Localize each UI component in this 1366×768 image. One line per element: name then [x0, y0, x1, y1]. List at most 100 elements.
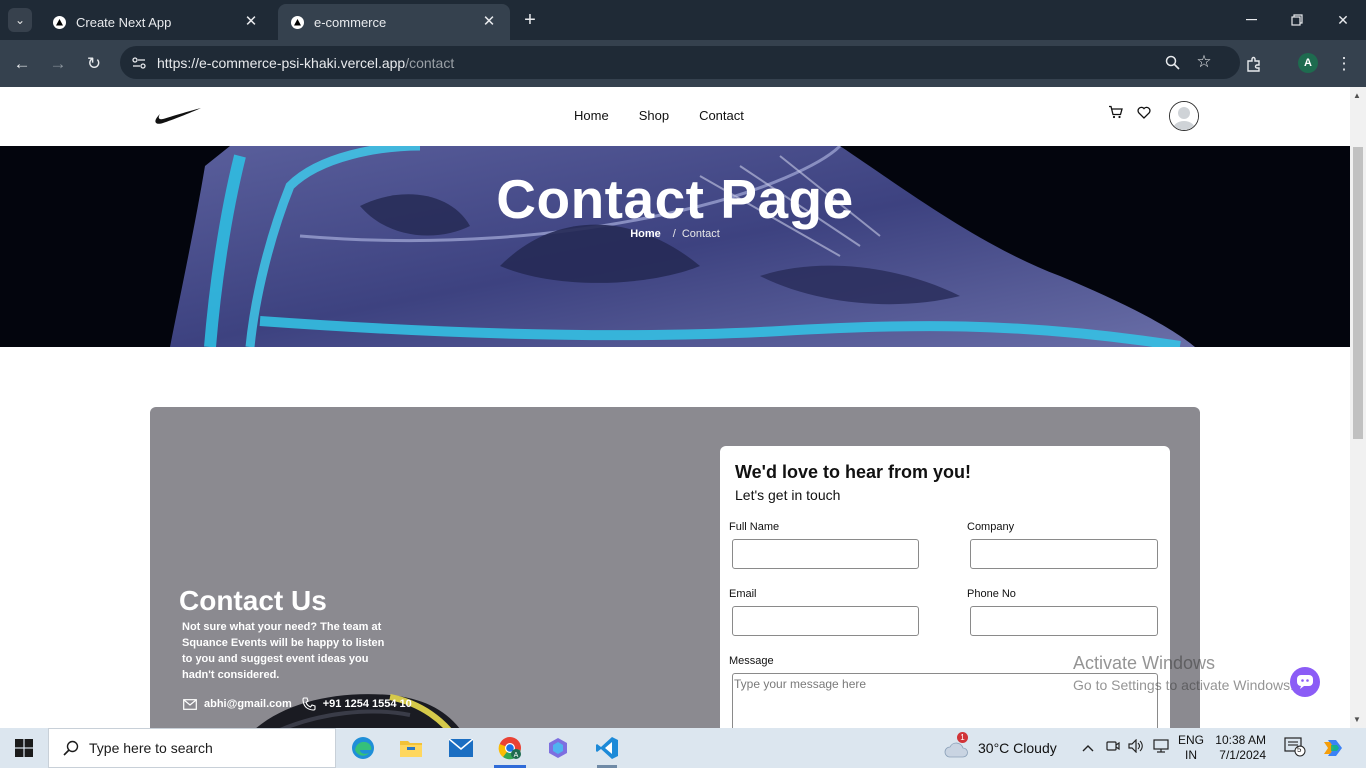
close-tab-icon[interactable]: ✕ — [242, 13, 260, 31]
restore-button[interactable] — [1274, 0, 1320, 40]
back-button[interactable]: ← — [8, 50, 36, 78]
weather-text: 30°C Cloudy — [978, 740, 1057, 756]
volume-icon[interactable] — [1128, 738, 1144, 756]
browser-menu-icon[interactable]: ⋮ — [1330, 50, 1358, 78]
windows-start-icon[interactable] — [0, 728, 48, 768]
company-label: Company — [967, 521, 1015, 533]
close-window-button[interactable]: ✕ — [1320, 0, 1366, 40]
browser-toolbar: ← → ↻ https://e-commerce-psi-khaki.verce… — [0, 40, 1366, 87]
nike-logo-icon[interactable] — [154, 107, 202, 130]
email-input[interactable] — [732, 606, 919, 636]
edge-app-icon[interactable] — [339, 728, 387, 768]
forward-button[interactable]: → — [44, 50, 72, 78]
hero-banner: Contact Page Home / Contact — [0, 146, 1350, 347]
full-name-label: Full Name — [729, 521, 780, 533]
profile-avatar[interactable]: A — [1298, 53, 1318, 73]
vscode-app-icon[interactable] — [583, 728, 631, 768]
copilot-tray-icon[interactable] — [1322, 738, 1344, 761]
weather-widget[interactable]: 1 30°C Cloudy — [944, 728, 1057, 768]
wishlist-heart-icon[interactable] — [1137, 106, 1151, 124]
breadcrumb-current: Contact — [681, 228, 720, 240]
close-tab-icon[interactable]: ✕ — [480, 13, 498, 31]
bookmark-star-icon[interactable]: ☆ — [1190, 48, 1218, 76]
contact-section: Contact Us Not sure what your need? The … — [150, 407, 1200, 728]
hero-title: Contact Page — [496, 168, 854, 230]
network-icon[interactable] — [1153, 739, 1169, 756]
browser-tab-bar: ⌄ Create Next App ✕ e-commerce ✕ + ✕ — [0, 0, 1366, 40]
zoom-icon[interactable] — [1158, 48, 1186, 76]
reload-button[interactable]: ↻ — [80, 50, 108, 78]
tab-title: e-commerce — [314, 14, 387, 30]
windows-taskbar: Type here to search A 1 30°C Cloudy ENG — [0, 728, 1366, 768]
url-text[interactable]: https://e-commerce-psi-khaki.vercel.app/… — [157, 55, 454, 71]
nav-actions — [1108, 105, 1151, 124]
main-nav: Home Shop Contact — [574, 108, 744, 123]
vercel-favicon-icon — [290, 15, 304, 29]
email-text: abhi@gmail.com — [204, 698, 292, 710]
phone-label: Phone No — [967, 588, 1016, 600]
system-clock[interactable]: 10:38 AM 7/1/2024 — [1212, 733, 1266, 763]
email-label: Email — [729, 588, 757, 600]
phone-text: +91 1254 1554 10 — [322, 698, 412, 710]
taskbar-search-box[interactable]: Type here to search — [48, 728, 336, 768]
phone-icon — [302, 697, 316, 711]
chat-assistant-icon[interactable] — [1290, 667, 1320, 697]
phone-contact[interactable]: +91 1254 1554 10 — [302, 697, 412, 711]
tab-search-button[interactable]: ⌄ — [8, 8, 32, 32]
breadcrumb: Home / Contact — [0, 228, 1350, 240]
tab-create-next-app[interactable]: Create Next App ✕ — [40, 4, 272, 40]
contact-description: Not sure what your need? The team at Squ… — [182, 621, 385, 681]
nav-shop-link[interactable]: Shop — [639, 108, 669, 123]
mail-icon — [183, 698, 197, 710]
page-scrollbar[interactable]: ▲ ▼ — [1350, 87, 1366, 728]
site-navbar: Home Shop Contact — [0, 87, 1350, 146]
region-code: IN — [1185, 748, 1197, 762]
new-tab-button[interactable]: + — [518, 9, 542, 33]
contact-us-heading: Contact Us — [179, 585, 327, 616]
email-contact[interactable]: abhi@gmail.com — [183, 698, 292, 710]
scrollbar-thumb[interactable] — [1353, 147, 1363, 439]
file-explorer-app-icon[interactable] — [387, 728, 435, 768]
activate-windows-watermark: Activate Windows Go to Settings to activ… — [1073, 653, 1294, 693]
copilot-app-icon[interactable] — [534, 728, 582, 768]
minimize-button[interactable] — [1228, 0, 1274, 40]
weather-badge: 1 — [957, 732, 968, 743]
address-bar[interactable]: https://e-commerce-psi-khaki.vercel.app/… — [120, 46, 1240, 79]
tab-e-commerce[interactable]: e-commerce ✕ — [278, 4, 510, 40]
cloud-icon: 1 — [944, 732, 968, 758]
full-name-input[interactable] — [732, 539, 919, 569]
notification-count: 5 — [1297, 745, 1302, 754]
message-label: Message — [729, 655, 774, 667]
page-viewport: Home Shop Contact Contact Page Home / Co… — [0, 87, 1350, 728]
tab-title: Create Next App — [76, 14, 172, 30]
scroll-up-arrow-icon[interactable]: ▲ — [1353, 91, 1361, 100]
vercel-favicon-icon — [52, 15, 66, 29]
input-language-indicator[interactable]: ENG IN — [1178, 733, 1204, 763]
clock-time: 10:38 AM — [1215, 733, 1266, 747]
url-host: https://e-commerce-psi-khaki.vercel.app — [157, 55, 406, 71]
cart-icon[interactable] — [1108, 105, 1123, 124]
extensions-icon[interactable] — [1240, 50, 1268, 78]
site-settings-icon[interactable] — [128, 52, 150, 74]
scroll-down-arrow-icon[interactable]: ▼ — [1353, 715, 1361, 724]
nav-home-link[interactable]: Home — [574, 108, 609, 123]
search-icon — [63, 740, 79, 756]
contact-details: abhi@gmail.com +91 1254 1554 10 — [183, 697, 412, 711]
phone-input[interactable] — [970, 606, 1158, 636]
breadcrumb-separator: / — [672, 228, 676, 240]
notifications-icon[interactable]: 5 — [1284, 737, 1306, 760]
mail-app-icon[interactable] — [437, 728, 485, 768]
form-heading: We'd love to hear from you! — [735, 462, 971, 482]
tray-chevron-up-icon[interactable] — [1082, 739, 1094, 755]
nav-contact-link[interactable]: Contact — [699, 108, 744, 123]
meet-now-icon[interactable] — [1106, 739, 1120, 756]
activate-windows-title: Activate Windows — [1073, 653, 1216, 673]
language-code: ENG — [1178, 733, 1205, 747]
activate-windows-subtitle: Go to Settings to activate Windows. — [1073, 677, 1294, 693]
chrome-app-icon[interactable]: A — [486, 728, 534, 768]
svg-text:A: A — [514, 752, 519, 759]
breadcrumb-home-link[interactable]: Home — [630, 228, 661, 240]
company-input[interactable] — [970, 539, 1158, 569]
search-placeholder: Type here to search — [89, 740, 213, 756]
user-profile-avatar[interactable] — [1169, 101, 1199, 131]
